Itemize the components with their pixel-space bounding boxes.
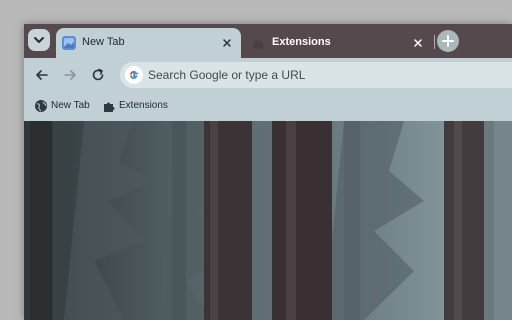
globe-icon	[35, 100, 47, 112]
tab-new-tab[interactable]: New Tab	[56, 28, 241, 58]
tab-title: New Tab	[82, 36, 125, 48]
tab-search-button[interactable]	[28, 29, 50, 51]
forward-arrow-icon[interactable]	[61, 66, 79, 84]
back-arrow-icon[interactable]	[33, 66, 51, 84]
reload-icon[interactable]	[89, 66, 107, 84]
new-tab-favicon-icon	[62, 36, 76, 50]
browser-window: New Tab Extensions Search Google or type…	[24, 24, 512, 320]
tab-title: Extensions	[272, 36, 331, 48]
tab-divider	[434, 35, 435, 49]
tab-extensions[interactable]: Extensions	[246, 28, 432, 58]
google-logo-icon	[125, 66, 143, 84]
chevron-down-icon	[34, 37, 44, 43]
tab-strip: New Tab Extensions	[24, 24, 512, 58]
bookmark-label: Extensions	[119, 100, 168, 111]
new-tab-button[interactable]	[437, 30, 459, 52]
bookmark-label: New Tab	[51, 100, 90, 111]
new-tab-background	[24, 121, 512, 320]
puzzle-icon	[104, 102, 115, 112]
bookmark-new-tab[interactable]: New Tab	[34, 91, 104, 121]
toolbar	[24, 58, 512, 91]
bookmark-extensions[interactable]: Extensions	[102, 91, 192, 121]
omnibox[interactable]	[120, 62, 512, 88]
plus-icon	[442, 35, 454, 47]
close-icon[interactable]	[221, 37, 233, 49]
close-icon[interactable]	[412, 37, 424, 49]
forest-background-image	[24, 121, 512, 320]
address-input[interactable]	[148, 62, 498, 88]
puzzle-icon	[254, 39, 265, 49]
bookmarks-bar: New Tab Extensions	[24, 91, 512, 121]
